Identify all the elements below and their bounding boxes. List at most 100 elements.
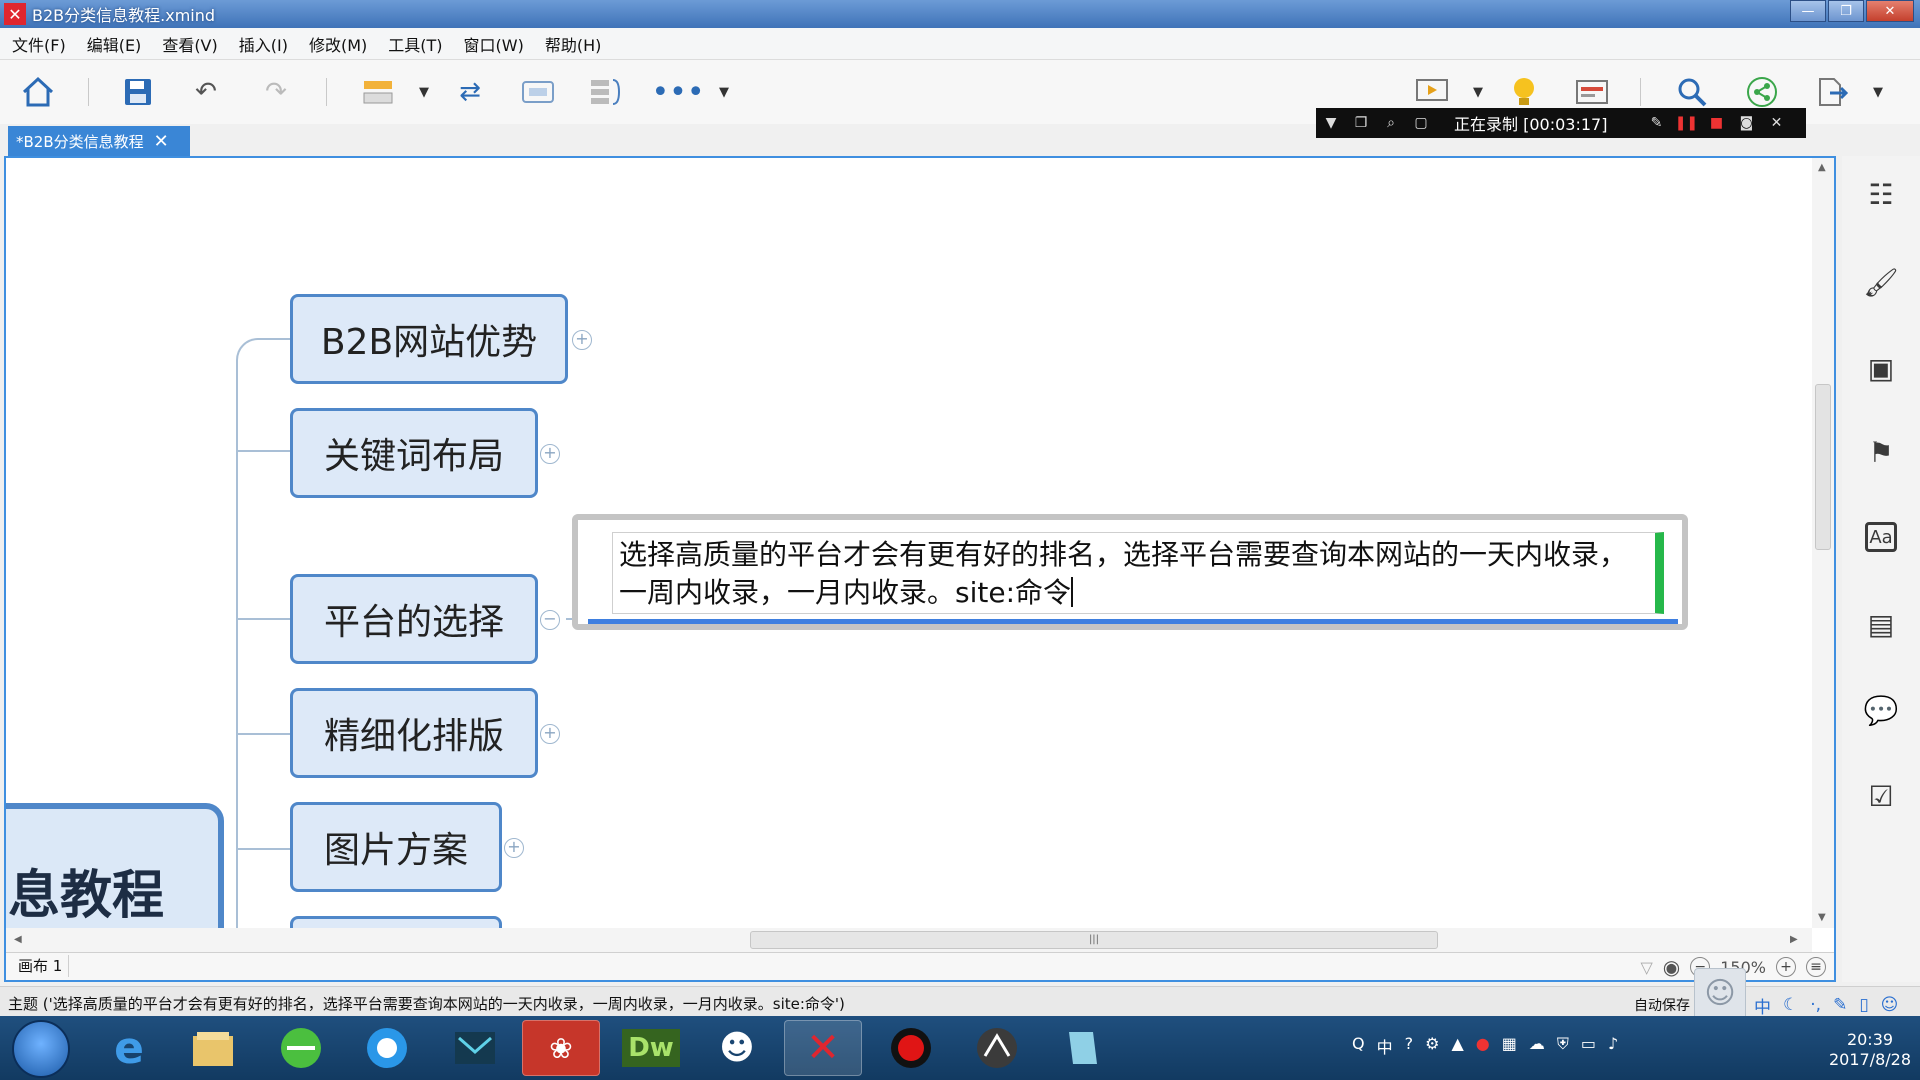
relationship-icon[interactable]: ⇄ bbox=[450, 72, 490, 112]
boundary-icon[interactable] bbox=[518, 72, 558, 112]
recorder-region-icon[interactable]: ▢ bbox=[1406, 115, 1436, 131]
tray-settings-icon[interactable]: ⚙ bbox=[1425, 1034, 1439, 1058]
tray-security-icon[interactable]: ⛨ bbox=[1557, 1034, 1569, 1058]
expand-icon[interactable]: + bbox=[540, 444, 560, 464]
brainstorm-bulb-icon[interactable] bbox=[1504, 72, 1544, 112]
file-explorer-icon[interactable] bbox=[174, 1020, 252, 1076]
filter-icon[interactable]: ▽ bbox=[1640, 958, 1652, 977]
text-editor[interactable]: 选择高质量的平台才会有更有好的排名，选择平台需要查询本网站的一天内收录，一周内收… bbox=[612, 532, 1664, 614]
start-button[interactable] bbox=[12, 1020, 70, 1078]
minimize-button[interactable]: — bbox=[1790, 0, 1826, 22]
tray-cloud-icon[interactable]: ☁ bbox=[1529, 1034, 1545, 1058]
expand-icon[interactable]: + bbox=[504, 838, 524, 858]
tray-volume-icon[interactable]: ♪ bbox=[1608, 1034, 1618, 1058]
media-app-icon[interactable] bbox=[958, 1020, 1036, 1076]
tray-search-icon[interactable]: Q bbox=[1352, 1034, 1365, 1058]
ime-punct-icon[interactable]: ·, bbox=[1810, 995, 1821, 1015]
image-icon[interactable]: ▣ bbox=[1863, 350, 1899, 386]
menu-window[interactable]: 窗口(W) bbox=[464, 32, 524, 56]
ime-emoji-icon[interactable]: ☺ bbox=[1881, 995, 1899, 1015]
topic-node[interactable] bbox=[290, 916, 502, 928]
home-icon[interactable] bbox=[18, 72, 58, 112]
recorder-close-icon[interactable]: ✕ bbox=[1761, 115, 1791, 131]
menu-edit[interactable]: 编辑(E) bbox=[87, 32, 142, 56]
xmind-taskbar-icon[interactable]: ✕ bbox=[784, 1020, 862, 1076]
document-tab[interactable]: *B2B分类信息教程 ✕ bbox=[8, 126, 190, 156]
game-app-icon[interactable]: ❀ bbox=[522, 1020, 600, 1076]
scroll-right-icon[interactable]: ▶ bbox=[1790, 934, 1798, 945]
share-icon[interactable] bbox=[1742, 72, 1782, 112]
horizontal-scrollbar[interactable]: ◀ ||| ▶ bbox=[6, 928, 1812, 952]
subtopic-edit-box[interactable]: 选择高质量的平台才会有更有好的排名，选择平台需要查询本网站的一天内收录，一周内收… bbox=[572, 514, 1688, 630]
360-browser-icon[interactable] bbox=[262, 1020, 340, 1076]
menu-modify[interactable]: 修改(M) bbox=[309, 32, 367, 56]
menu-help[interactable]: 帮助(H) bbox=[545, 32, 602, 56]
recorder-pen-icon[interactable]: ✎ bbox=[1641, 115, 1671, 131]
tray-app-icon[interactable]: ▲ bbox=[1451, 1034, 1463, 1058]
ie-icon[interactable]: e bbox=[90, 1020, 168, 1076]
topic-node[interactable]: 关键词布局 bbox=[290, 408, 538, 498]
eye-icon[interactable]: ◉ bbox=[1663, 955, 1680, 979]
recorder-stop-icon[interactable]: ■ bbox=[1701, 115, 1731, 131]
scroll-up-icon[interactable]: ▲ bbox=[1818, 162, 1826, 173]
topic-node[interactable]: 图片方案 bbox=[290, 802, 502, 892]
save-icon[interactable] bbox=[118, 72, 158, 112]
tray-grid-icon[interactable]: ▦ bbox=[1502, 1034, 1517, 1058]
recorder-zoom-icon[interactable]: ⌕ bbox=[1376, 115, 1406, 131]
outline-icon[interactable]: ☷ bbox=[1863, 176, 1899, 212]
recorder-window-icon[interactable]: ❐ bbox=[1346, 115, 1376, 131]
dreamweaver-icon[interactable]: Dw bbox=[612, 1020, 690, 1076]
qq-browser-icon[interactable] bbox=[348, 1020, 426, 1076]
maximize-button[interactable]: ❐ bbox=[1828, 0, 1864, 22]
scroll-down-icon[interactable]: ▼ bbox=[1818, 912, 1826, 923]
menu-view[interactable]: 查看(V) bbox=[162, 32, 217, 56]
fit-map-icon[interactable]: ≡ bbox=[1806, 957, 1826, 977]
ime-chinese-icon[interactable]: 中 bbox=[1754, 993, 1771, 1018]
central-topic[interactable]: 息教程 bbox=[6, 803, 224, 928]
vertical-scrollbar[interactable]: ▲ ▼ bbox=[1812, 158, 1834, 928]
recorder-taskbar-icon[interactable] bbox=[872, 1020, 950, 1076]
more-icon[interactable]: ••• bbox=[651, 72, 704, 112]
tray-record-icon[interactable]: ● bbox=[1476, 1034, 1490, 1058]
tab-close-icon[interactable]: ✕ bbox=[154, 131, 169, 152]
recorder-menu-icon[interactable]: ▼ bbox=[1316, 115, 1346, 131]
qq-icon[interactable]: ☻ bbox=[698, 1020, 776, 1076]
task-icon[interactable]: ☑ bbox=[1863, 778, 1899, 814]
gantt-icon[interactable] bbox=[1572, 72, 1612, 112]
insert-topic-icon[interactable] bbox=[358, 72, 398, 112]
export-icon[interactable] bbox=[1812, 72, 1852, 112]
menu-tools[interactable]: 工具(T) bbox=[388, 32, 442, 56]
notes-app-icon[interactable] bbox=[1044, 1020, 1122, 1076]
tray-network-icon[interactable]: ▭ bbox=[1581, 1034, 1596, 1058]
search-icon[interactable] bbox=[1672, 72, 1712, 112]
recorder-pause-icon[interactable]: ❚❚ bbox=[1671, 115, 1701, 131]
mail-icon[interactable] bbox=[436, 1020, 514, 1076]
vertical-scroll-thumb[interactable] bbox=[1815, 384, 1831, 550]
ime-moon-icon[interactable]: ☾ bbox=[1783, 995, 1798, 1015]
redo-icon[interactable]: ↷ bbox=[256, 72, 296, 112]
editing-text[interactable]: 选择高质量的平台才会有更有好的排名，选择平台需要查询本网站的一天内收录，一周内收… bbox=[619, 536, 1649, 612]
expand-icon[interactable]: + bbox=[572, 330, 592, 350]
expand-icon[interactable]: + bbox=[540, 724, 560, 744]
export-dropdown-icon[interactable]: ▼ bbox=[1868, 72, 1888, 112]
recorder-camera-icon[interactable]: ◙ bbox=[1731, 115, 1761, 131]
xmind-app-icon[interactable]: ✕ bbox=[4, 3, 26, 25]
menu-insert[interactable]: 插入(I) bbox=[239, 32, 288, 56]
tray-help-icon[interactable]: ? bbox=[1405, 1034, 1414, 1058]
topic-node[interactable]: B2B网站优势 bbox=[290, 294, 568, 384]
format-brush-icon[interactable]: 🖌 bbox=[1863, 264, 1899, 300]
undo-icon[interactable]: ↶ bbox=[186, 72, 226, 112]
ime-clipboard-icon[interactable]: ▯ bbox=[1859, 995, 1868, 1015]
more-dropdown-icon[interactable]: ▼ bbox=[714, 72, 734, 112]
close-button[interactable]: ✕ bbox=[1866, 0, 1914, 22]
mindmap-canvas[interactable]: B2B网站优势 + 关键词布局 + 平台的选择 − 精细化排版 + 图片方案 +… bbox=[6, 158, 1812, 928]
zoom-in-icon[interactable]: + bbox=[1776, 957, 1796, 977]
text-style-icon[interactable]: Aa bbox=[1865, 522, 1897, 552]
summary-icon[interactable] bbox=[586, 72, 626, 112]
menu-file[interactable]: 文件(F) bbox=[12, 32, 66, 56]
tray-ime-icon[interactable]: 中 bbox=[1377, 1034, 1393, 1058]
clock[interactable]: 20:39 2017/8/28 bbox=[1828, 1030, 1912, 1070]
topic-node-selected[interactable]: 平台的选择 bbox=[290, 574, 538, 664]
insert-topic-dropdown-icon[interactable]: ▼ bbox=[414, 72, 434, 112]
presentation-icon[interactable] bbox=[1412, 72, 1452, 112]
